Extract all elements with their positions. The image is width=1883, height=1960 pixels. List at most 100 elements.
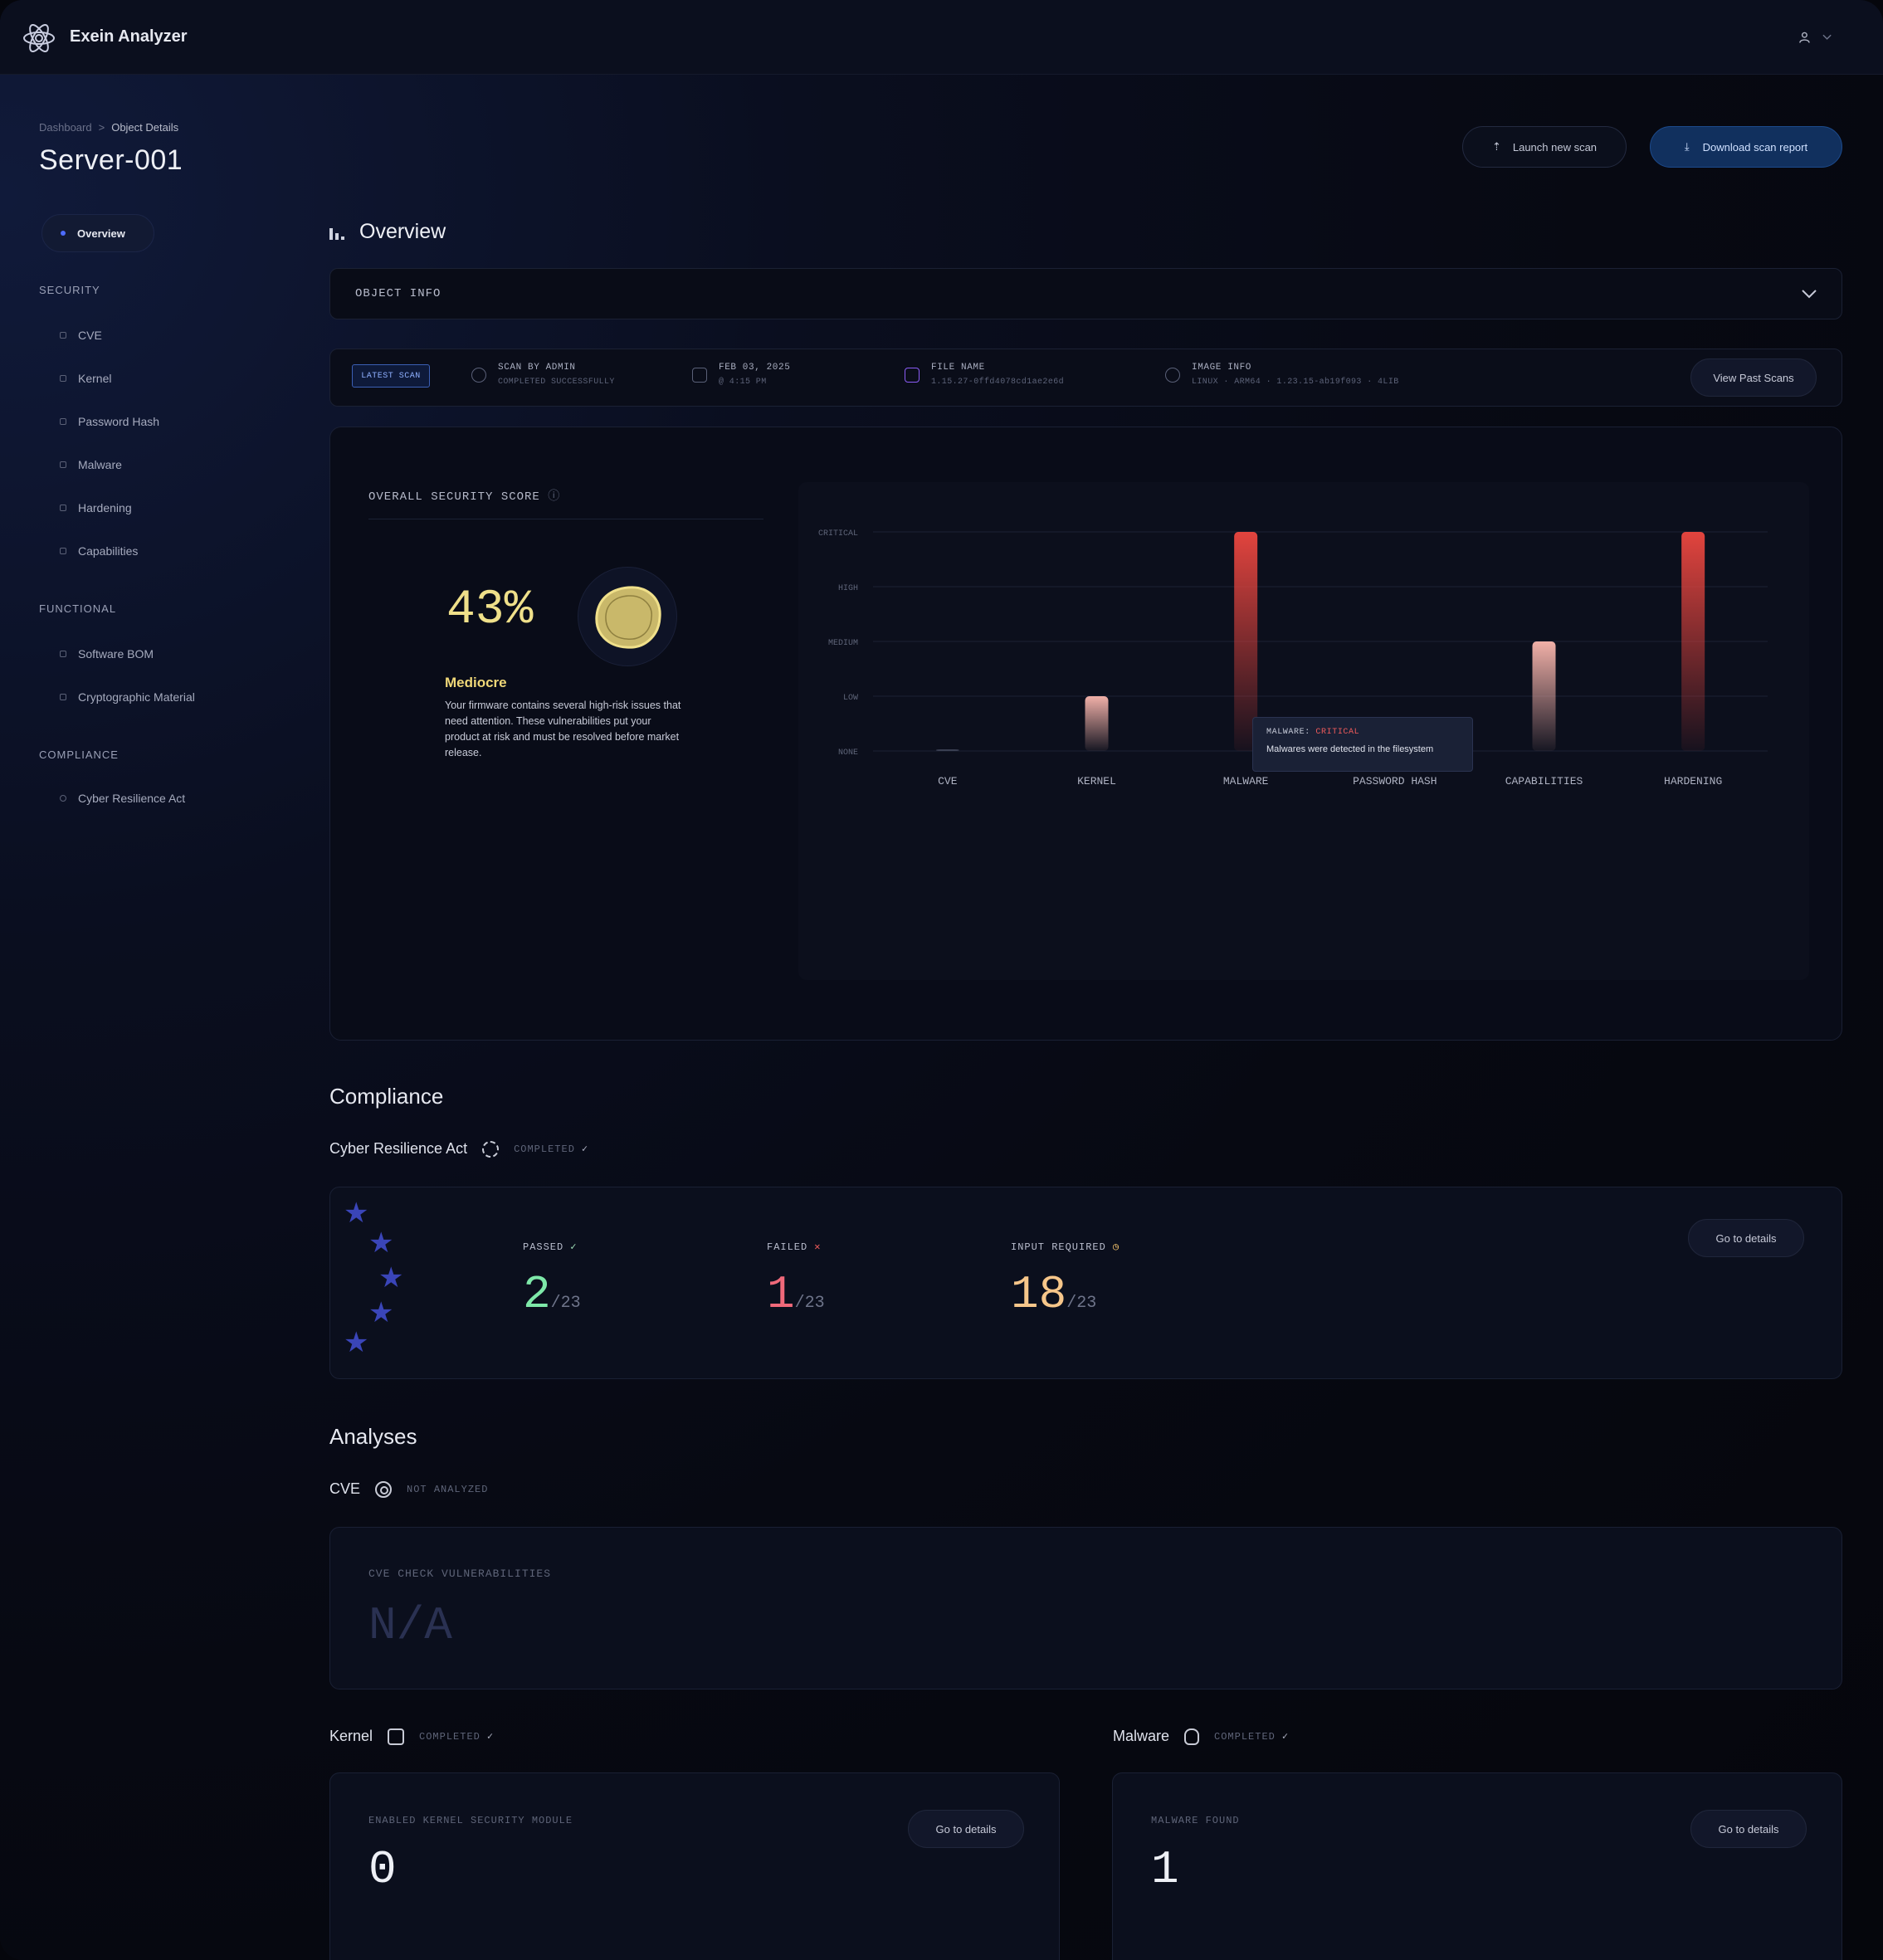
info-icon[interactable]: ⓘ [548, 490, 560, 504]
active-dot-icon [61, 231, 66, 236]
password-hash-icon [60, 418, 66, 425]
cra-row: Cyber Resilience Act COMPLETED ✓ [329, 1140, 588, 1158]
sidebar-item-label: Hardening [78, 501, 132, 514]
score-blob-icon [595, 586, 661, 649]
sidebar-item-overview[interactable]: Overview [41, 214, 154, 252]
calendar-icon [692, 368, 707, 383]
passed-label: PASSED ✓ [523, 1241, 581, 1254]
object-info-accordion[interactable]: OBJECT INFO [329, 268, 1842, 319]
kernel-card-value: 0 [368, 1843, 397, 1896]
sidebar-item-cve[interactable]: CVE [60, 329, 102, 342]
sidebar-item-hardening[interactable]: Hardening [60, 501, 132, 514]
sidebar-item-cyber-resilience-act[interactable]: Cyber Resilience Act [60, 792, 185, 805]
file-name-label: FILE NAME [931, 363, 985, 373]
y-tick-label: MEDIUM [828, 639, 858, 648]
sidebar-item-label: CVE [78, 329, 102, 342]
cve-card-value: N/A [368, 1599, 452, 1652]
breadcrumb-current: Object Details [111, 121, 179, 134]
passed-value: 2/23 [523, 1268, 581, 1321]
check-icon: ✓ [570, 1241, 578, 1253]
cra-name: Cyber Resilience Act [329, 1140, 468, 1157]
input-required-count: 18 [1011, 1268, 1067, 1321]
download-report-button[interactable]: ⤓ Download scan report [1650, 126, 1842, 168]
passed-stat: PASSED ✓ 2/23 [523, 1241, 581, 1322]
scan-time-text: @ 4:15 PM [719, 378, 767, 387]
launch-scan-button[interactable]: ⇡ Launch new scan [1462, 126, 1627, 168]
page-title: Server-001 [39, 144, 183, 176]
close-icon: ✕ [814, 1241, 822, 1253]
software-bom-icon [60, 651, 66, 657]
capabilities-icon [60, 548, 66, 554]
passed-total: /23 [550, 1294, 581, 1313]
failed-count: 1 [767, 1268, 795, 1321]
malware-name: Malware [1113, 1728, 1170, 1744]
failed-label: FAILED ✕ [767, 1241, 825, 1254]
malware-details-button[interactable]: Go to details [1690, 1810, 1807, 1848]
sidebar-item-kernel[interactable]: Kernel [60, 372, 111, 385]
sidebar-item-label: Overview [77, 227, 125, 240]
chevron-down-icon [1802, 289, 1817, 298]
user-icon [1799, 32, 1810, 43]
y-tick-label: NONE [838, 748, 858, 758]
compliance-card: ★ ★ ★ ★ ★ PASSED ✓ 2/23 FAILED ✕ 1/23 INPU… [329, 1187, 1842, 1379]
x-tick-label: CVE [938, 775, 958, 787]
bar-capabilities[interactable] [1532, 641, 1556, 751]
input-required-label-text: INPUT REQUIRED [1011, 1241, 1106, 1253]
scan-by-meta: SCAN BY ADMIN COMPLETED SUCCESSFULLY [471, 363, 615, 387]
exein-logo-icon [23, 24, 55, 52]
compliance-details-button[interactable]: Go to details [1688, 1219, 1804, 1257]
kernel-name: Kernel [329, 1728, 373, 1744]
breadcrumb-root[interactable]: Dashboard [39, 121, 92, 134]
overview-heading: Overview [329, 220, 446, 244]
scan-date-meta: FEB 03, 2025 @ 4:15 PM [692, 363, 790, 387]
x-tick-label: PASSWORD HASH [1353, 775, 1437, 787]
kernel-details-button[interactable]: Go to details [908, 1810, 1024, 1848]
input-required-total: /23 [1066, 1294, 1097, 1313]
tooltip-category: MALWARE: [1266, 728, 1310, 737]
security-score-card: OVERALL SECURITY SCORE ⓘ 43% Mediocre Yo… [329, 427, 1842, 1041]
app-window: Exein Analyzer Dashboard > Object Detail… [0, 0, 1883, 1960]
svg-text:★: ★ [368, 1226, 393, 1260]
malware-card-value: 1 [1151, 1843, 1179, 1896]
malware-card: MALWARE FOUND 1 Go to details [1112, 1772, 1842, 1960]
sidebar-item-capabilities[interactable]: Capabilities [60, 544, 138, 558]
kernel-status-text: COMPLETED [419, 1730, 481, 1743]
cve-card-label: CVE CHECK VULNERABILITIES [368, 1568, 552, 1580]
sidebar: Dashboard > Object Details Server-001 Ov… [0, 75, 295, 1960]
bar-hardening[interactable] [1681, 532, 1705, 751]
image-info-value: LINUX · ARM64 · 1.23.15-ab19f093 · 4LIB [1192, 378, 1399, 387]
sidebar-item-label: Password Hash [78, 415, 160, 428]
bar-kernel[interactable] [1085, 696, 1109, 751]
eu-stars-icon: ★ ★ ★ ★ ★ [344, 1197, 403, 1359]
sidebar-item-label: Cyber Resilience Act [78, 792, 186, 805]
breadcrumb-separator: > [98, 121, 105, 134]
launch-scan-label: Launch new scan [1512, 140, 1598, 154]
latest-scan-badge: LATEST SCAN [352, 364, 430, 388]
kernel-row: Kernel COMPLETED ✓ [329, 1728, 494, 1745]
cra-status-text: COMPLETED [514, 1143, 575, 1155]
security-score-value: 43% [446, 583, 534, 637]
view-past-scans-button[interactable]: View Past Scans [1690, 358, 1817, 397]
input-required-value: 18/23 [1011, 1268, 1120, 1321]
cve-row: CVE NOT ANALYZED [329, 1480, 488, 1498]
passed-label-text: PASSED [523, 1241, 564, 1253]
failed-value: 1/23 [767, 1268, 825, 1321]
security-score-title-text: OVERALL SECURITY SCORE [368, 490, 540, 504]
input-required-label: INPUT REQUIRED ◷ [1011, 1241, 1120, 1254]
user-menu[interactable] [1798, 27, 1832, 48]
sidebar-item-password-hash[interactable]: Password Hash [60, 415, 159, 428]
failed-stat: FAILED ✕ 1/23 [767, 1241, 825, 1322]
sidebar-item-label: Malware [78, 458, 122, 471]
x-tick-label: MALWARE [1223, 775, 1269, 787]
overview-title: Overview [359, 220, 446, 243]
chevron-down-icon [1822, 34, 1832, 40]
sidebar-item-software-bom[interactable]: Software BOM [60, 647, 154, 661]
y-tick-label: LOW [843, 694, 858, 703]
bar-cve[interactable] [935, 749, 959, 751]
malware-status: COMPLETED ✓ [1214, 1730, 1289, 1743]
scan-date-text: FEB 03, 2025 [719, 363, 791, 373]
sidebar-item-cryptographic-material[interactable]: Cryptographic Material [60, 690, 195, 704]
key-icon [60, 694, 66, 700]
sidebar-section-compliance: COMPLIANCE [39, 748, 119, 761]
sidebar-item-malware[interactable]: Malware [60, 458, 122, 471]
